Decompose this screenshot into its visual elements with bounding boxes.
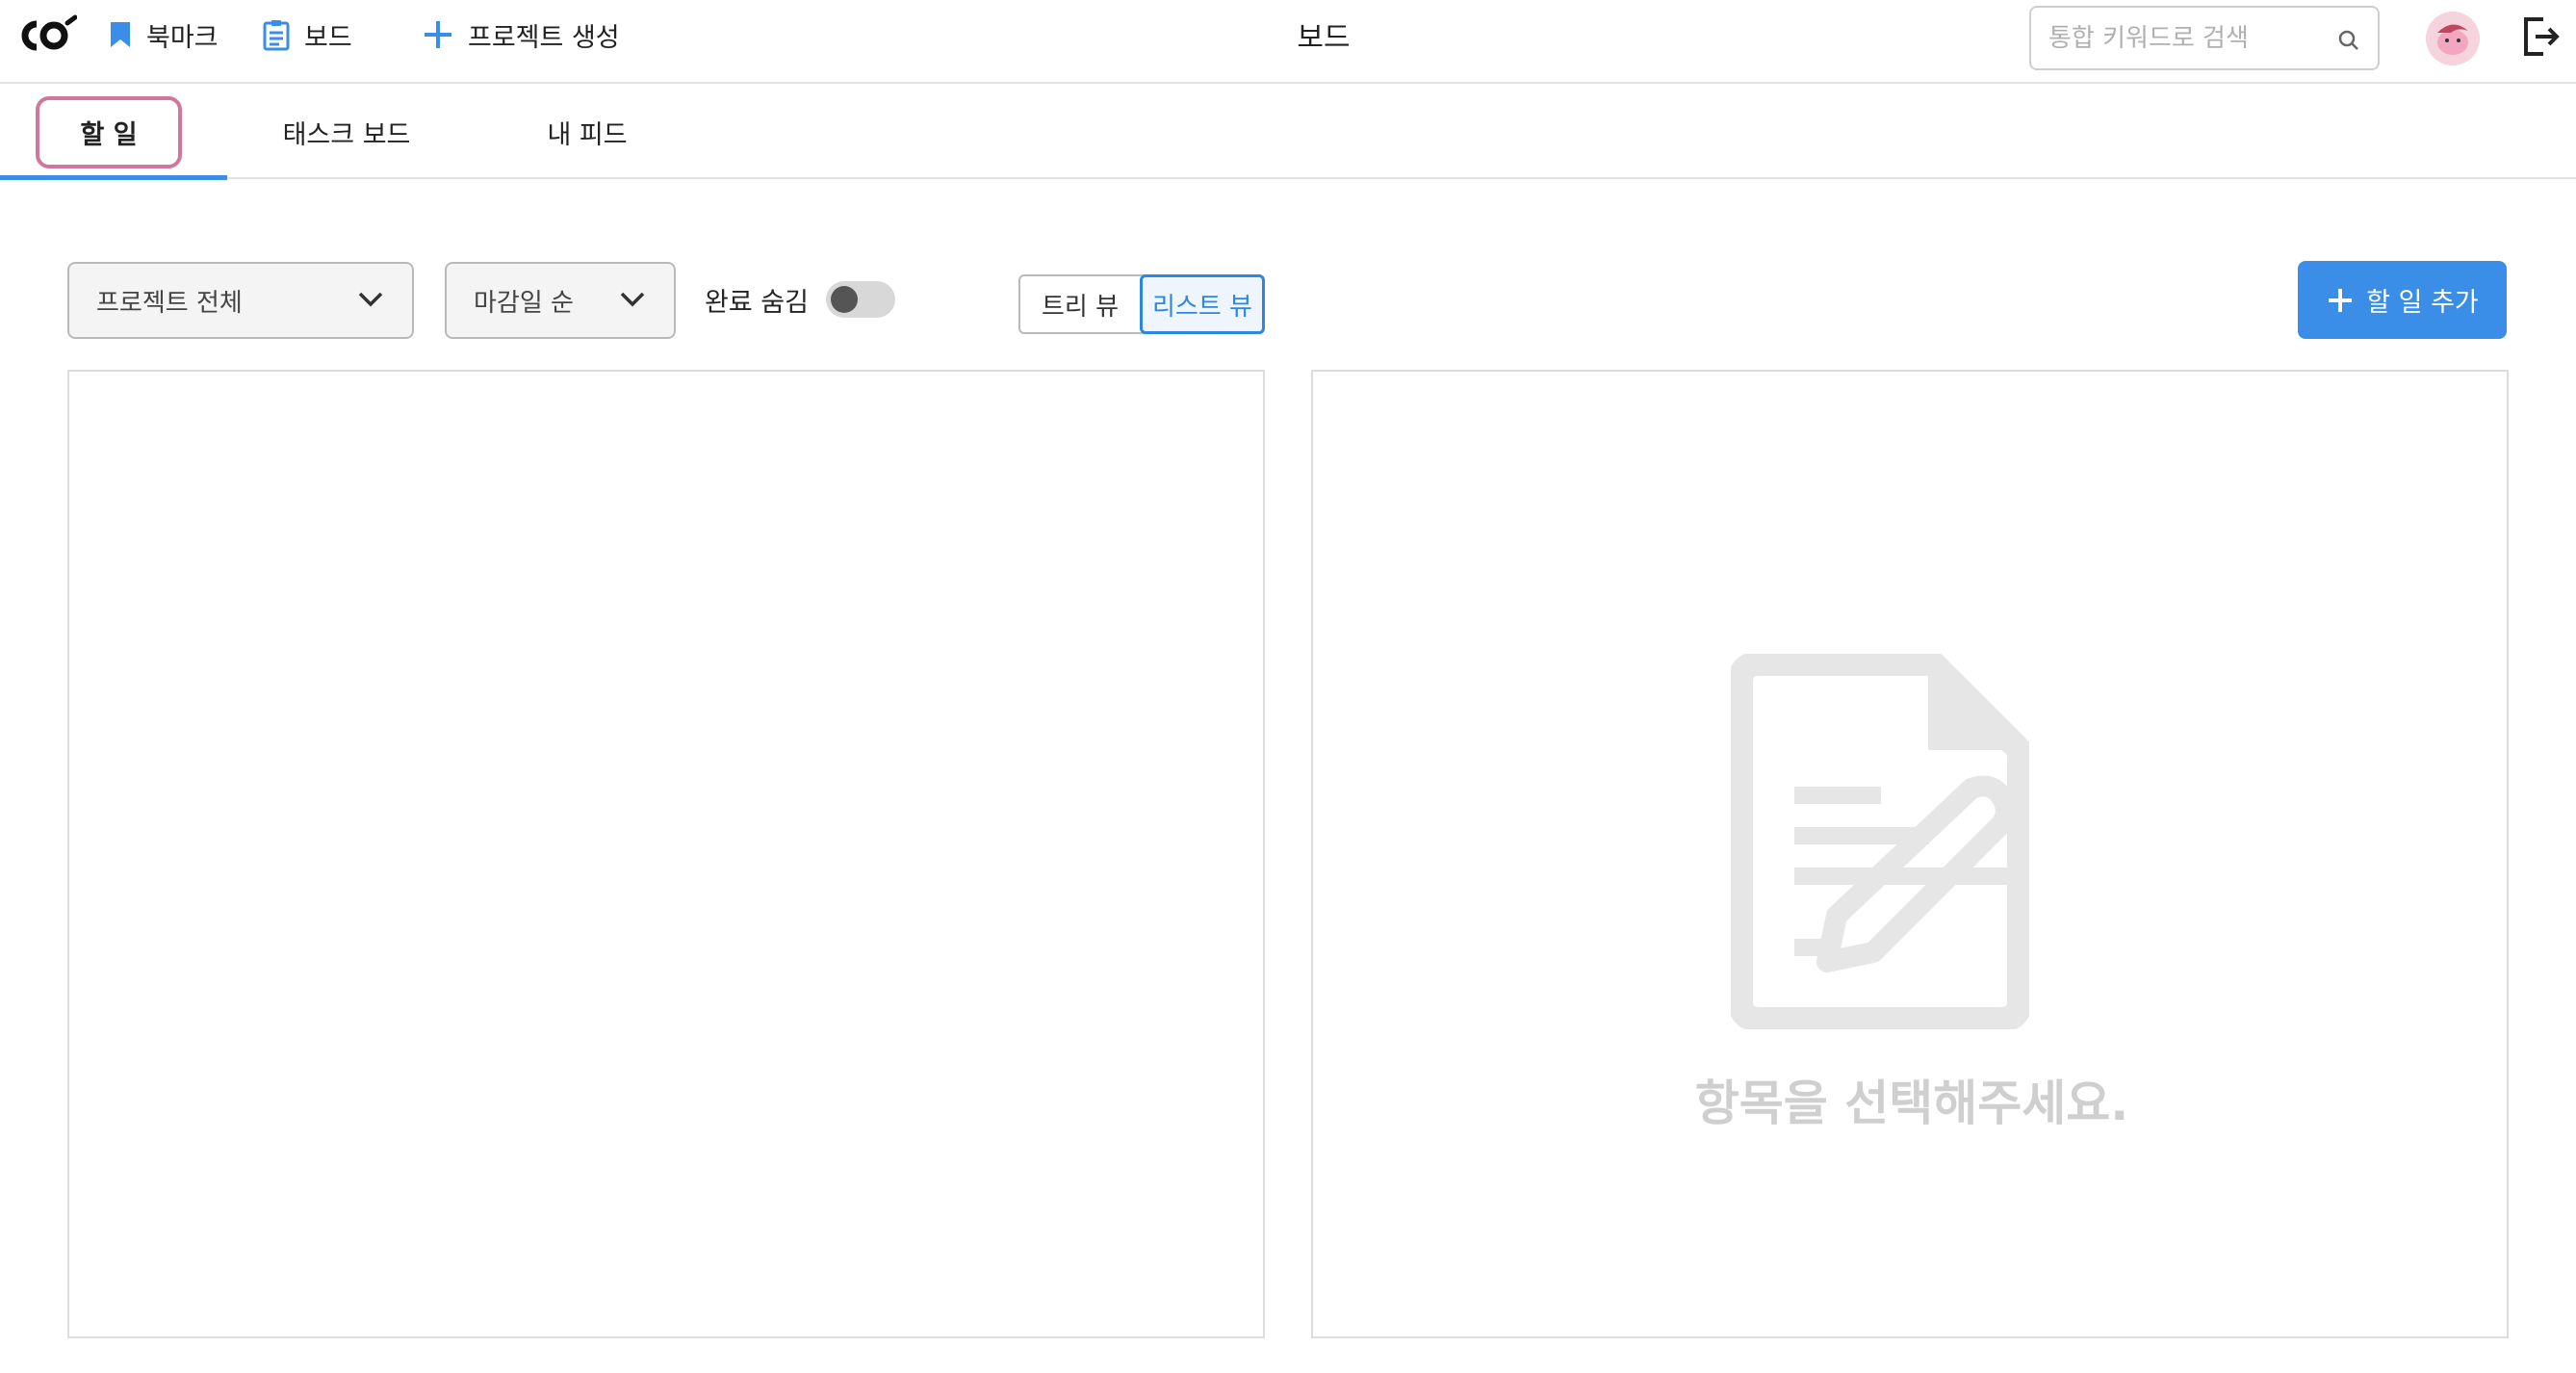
tab-bar: 할 일 태스크 보드 내 피드 <box>0 86 2576 180</box>
toggle-knob <box>831 286 858 313</box>
todo-list-panel <box>67 370 1265 1338</box>
hide-done-label: 완료 숨김 <box>705 288 809 318</box>
logout-icon[interactable] <box>2522 15 2561 58</box>
chevron-down-icon <box>358 292 383 307</box>
tab-todo[interactable]: 할 일 <box>0 86 218 179</box>
tab-active-indicator <box>0 175 227 180</box>
logo-icon[interactable] <box>13 13 77 58</box>
nav-board[interactable]: 보드 <box>262 15 352 54</box>
hide-done-toggle[interactable] <box>826 281 895 318</box>
project-filter-select[interactable]: 프로젝트 전체 <box>67 262 414 339</box>
bookmark-icon <box>111 22 130 47</box>
nav-bookmark[interactable]: 북마크 <box>108 15 219 54</box>
tab-todo-label: 할 일 <box>36 96 182 168</box>
chevron-down-icon <box>620 292 645 307</box>
view-switch: 트리 뷰 리스트 뷰 <box>1018 274 1265 334</box>
avatar[interactable] <box>2426 12 2480 65</box>
plus-icon <box>2329 288 2353 312</box>
tab-task-board-label: 태스크 보드 <box>282 120 411 150</box>
sort-value: 마감일 순 <box>474 288 574 318</box>
empty-state-message: 항목을 선택해주세요. <box>1694 1075 2129 1131</box>
tab-my-feed-label: 내 피드 <box>547 120 628 150</box>
tree-view-button[interactable]: 트리 뷰 <box>1020 276 1140 332</box>
plus-icon <box>425 21 451 48</box>
nav-create-project-label: 프로젝트 생성 <box>468 22 620 53</box>
add-todo-label: 할 일 추가 <box>2366 288 2479 318</box>
search-icon[interactable] <box>2337 29 2360 52</box>
clipboard-icon <box>263 20 290 51</box>
sort-select[interactable]: 마감일 순 <box>445 262 676 339</box>
avatar-image-icon <box>2426 12 2480 65</box>
search-input[interactable] <box>2048 19 2318 58</box>
list-view-button[interactable]: 리스트 뷰 <box>1140 274 1265 334</box>
document-edit-icon <box>1731 654 2029 1029</box>
top-bar: 북마크 보드 프로젝트 생성 보드 <box>0 0 2576 84</box>
detail-panel: 항목을 선택해주세요. <box>1311 370 2509 1338</box>
search-box[interactable] <box>2029 6 2380 70</box>
nav-board-label: 보드 <box>304 22 352 53</box>
tab-task-board[interactable]: 태스크 보드 <box>260 86 433 179</box>
nav-create-project[interactable]: 프로젝트 생성 <box>422 15 620 54</box>
add-todo-button[interactable]: 할 일 추가 <box>2298 261 2507 339</box>
page-title: 보드 <box>1297 21 1351 55</box>
nav-bookmark-label: 북마크 <box>146 22 219 53</box>
tab-my-feed[interactable]: 내 피드 <box>510 86 664 179</box>
project-filter-value: 프로젝트 전체 <box>96 288 243 318</box>
